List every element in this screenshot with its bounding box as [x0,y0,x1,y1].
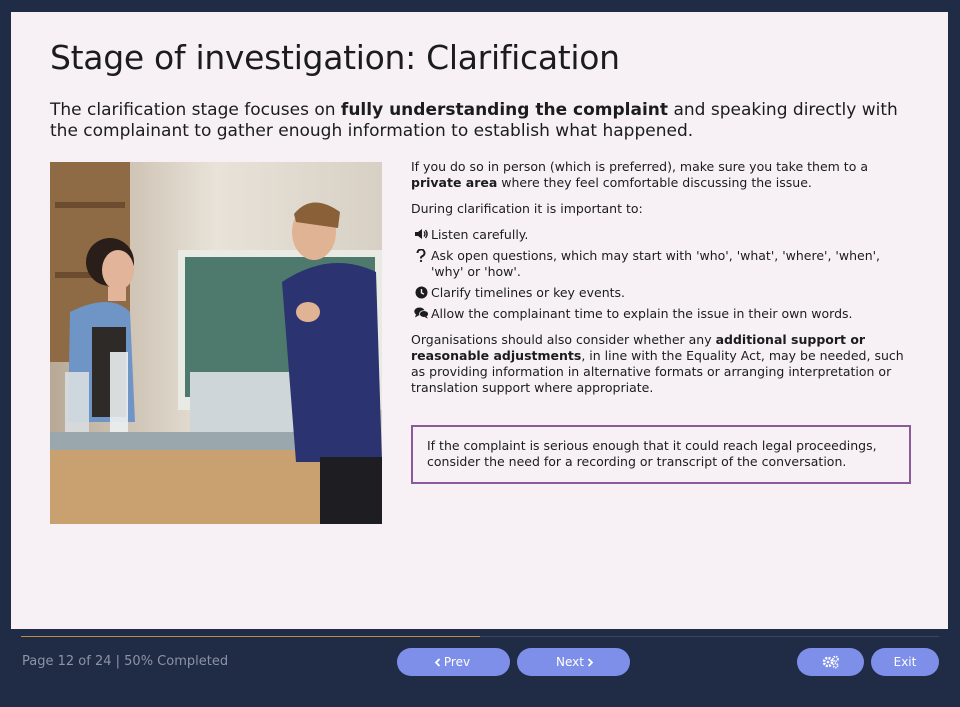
question-icon [411,248,431,262]
next-button-label: Next [556,655,584,669]
bullet-text: Allow the complainant time to explain th… [431,306,853,321]
settings-button[interactable] [797,648,864,676]
prev-button-label: Prev [443,655,471,669]
bullet-text: Ask open questions, which may start with… [431,248,881,279]
paragraph-in-person: If you do so in person (which is preferr… [411,159,916,191]
gears-icon [822,655,839,669]
exit-button[interactable]: Exit [871,648,939,676]
clock-icon [411,285,431,299]
chevron-right-icon [587,657,594,667]
list-item: Ask open questions, which may start with… [411,248,916,280]
speaker-icon [411,227,431,240]
text-part: Organisations should also consider wheth… [411,332,716,347]
content-column: If you do so in person (which is preferr… [411,159,916,406]
list-item: Allow the complainant time to explain th… [411,306,916,322]
slide-panel: Stage of investigation: Clarification Th… [11,12,948,629]
progress-bar [21,636,939,637]
list-item: Clarify timelines or key events. [411,285,916,301]
exit-button-label: Exit [893,655,917,669]
page-title: Stage of investigation: Clarification [50,38,620,77]
intro-bold: fully understanding the complaint [340,100,669,120]
list-item: Listen carefully. [411,227,916,243]
paragraph-support: Organisations should also consider wheth… [411,332,916,396]
completion-indicator: 50% Completed [124,654,229,669]
intro-text-part: The clarification stage focuses on [50,100,341,120]
text-part: If you do so in person (which is preferr… [411,159,868,174]
intro-text: The clarification stage focuses on fully… [50,100,910,142]
progress-status: Page 12 of 24 | 50% Completed [22,654,228,669]
cafe-photo-illustration [50,162,382,524]
text-part: where they feel comfortable discussing t… [497,175,812,190]
chevron-left-icon [434,657,441,667]
prev-button[interactable]: Prev [397,648,510,676]
separator: | [115,654,121,669]
next-button[interactable]: Next [517,648,630,676]
note-box: If the complaint is serious enough that … [411,425,911,484]
bold-text: private area [411,175,498,190]
chat-icon [411,306,431,319]
progress-bar-fill [21,636,480,637]
cafe-photo [50,162,382,524]
paragraph-during: During clarification it is important to: [411,201,643,216]
page-indicator: Page 12 of 24 [22,654,112,669]
bullet-text: Listen carefully. [431,227,529,242]
bullet-list: Listen carefully. Ask open questions, wh… [411,227,916,322]
bullet-text: Clarify timelines or key events. [431,285,626,300]
